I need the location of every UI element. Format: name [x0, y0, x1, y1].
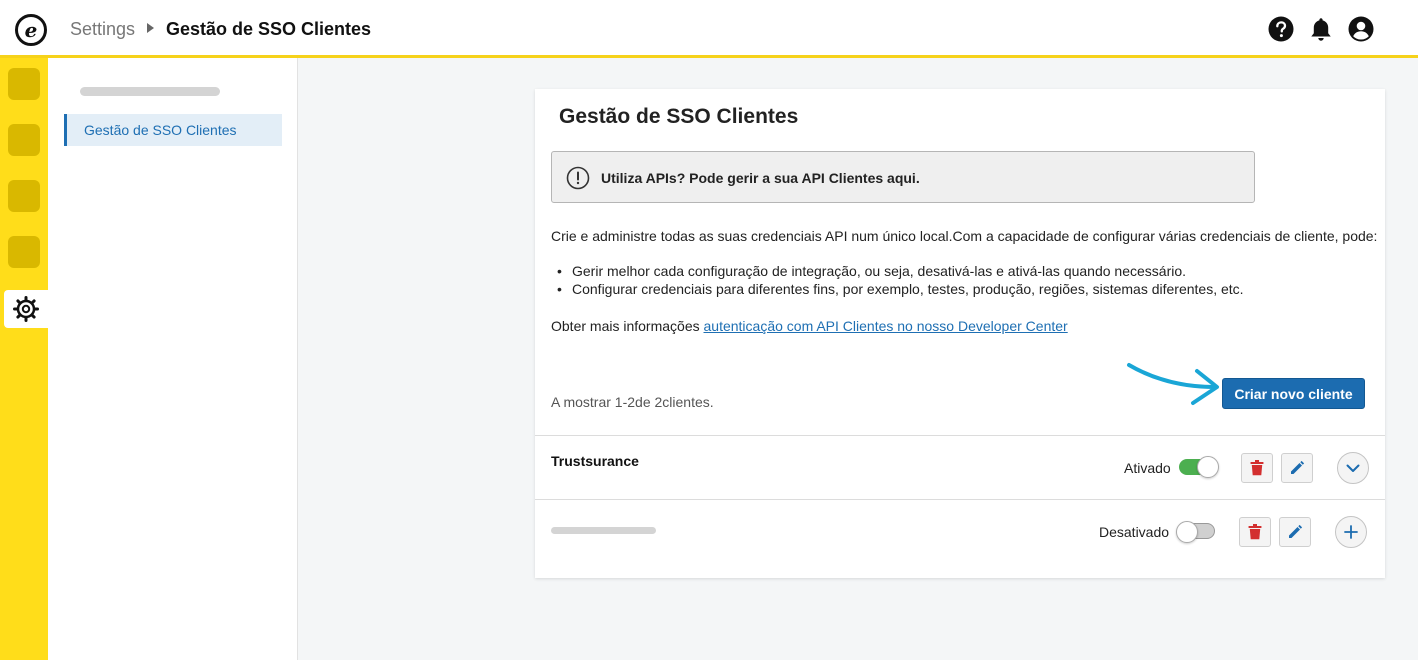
client-status-label: Ativado: [1124, 460, 1171, 476]
settings-sidebar: Gestão de SSO Clientes: [48, 58, 298, 660]
divider: [535, 499, 1385, 500]
breadcrumb-settings[interactable]: Settings: [70, 19, 135, 40]
edit-client-button[interactable]: [1279, 517, 1311, 547]
top-bar: e Settings Gestão de SSO Clientes: [0, 0, 1418, 58]
rail-item-3[interactable]: [8, 180, 40, 212]
description-text: Crie e administre todas as suas credenci…: [551, 228, 1378, 244]
toggle-knob: [1176, 521, 1198, 543]
sso-clients-card: Gestão de SSO Clientes Utiliza APIs? Pod…: [535, 89, 1385, 578]
feature-list: Gerir melhor cada configuração de integr…: [551, 263, 1244, 299]
sidebar-item-sso-clients[interactable]: Gestão de SSO Clientes: [64, 114, 282, 146]
more-info-prefix: Obter mais informações: [551, 318, 704, 334]
app-logo[interactable]: e: [15, 14, 47, 46]
pencil-icon: [1291, 460, 1305, 474]
pencil-icon: [1289, 524, 1303, 538]
rail-item-4[interactable]: [8, 236, 40, 268]
client-name: Trustsurance: [551, 453, 639, 469]
create-client-button[interactable]: Criar novo cliente: [1222, 378, 1365, 409]
pagination-summary: A mostrar 1-2de 2clientes.: [551, 394, 714, 410]
developer-center-link[interactable]: autenticação com API Clientes no nosso D…: [704, 318, 1068, 334]
delete-client-button[interactable]: [1241, 453, 1273, 483]
help-icon[interactable]: [1268, 16, 1294, 42]
gear-icon: [13, 296, 39, 322]
divider: [535, 435, 1385, 436]
delete-client-button[interactable]: [1239, 517, 1271, 547]
logo-letter: e: [24, 18, 38, 42]
more-info-text: Obter mais informações autenticação com …: [551, 318, 1068, 334]
client-name-placeholder: [551, 527, 656, 534]
toggle-knob: [1197, 456, 1219, 478]
user-account-icon[interactable]: [1348, 16, 1374, 42]
expand-client-button[interactable]: [1337, 452, 1369, 484]
annotation-arrow-icon: [1127, 363, 1219, 405]
rail-item-settings[interactable]: [4, 290, 48, 328]
bell-icon[interactable]: [1308, 16, 1334, 42]
list-item: Configurar credenciais para diferentes f…: [551, 281, 1244, 299]
edit-client-button[interactable]: [1281, 453, 1313, 483]
rail-item-1[interactable]: [8, 68, 40, 100]
app-rail: [0, 58, 48, 660]
alert-text: Utiliza APIs? Pode gerir a sua API Clien…: [601, 170, 920, 186]
chevron-down-icon: [1346, 464, 1360, 472]
breadcrumb-current: Gestão de SSO Clientes: [166, 19, 372, 39]
plus-icon: [1344, 525, 1358, 539]
exclamation-circle-icon: [566, 166, 590, 190]
client-enabled-toggle[interactable]: [1176, 521, 1215, 543]
list-item: Gerir melhor cada configuração de integr…: [551, 263, 1244, 281]
rail-item-2[interactable]: [8, 124, 40, 156]
trash-icon: [1248, 524, 1262, 540]
api-info-alert: Utiliza APIs? Pode gerir a sua API Clien…: [551, 151, 1255, 203]
client-enabled-toggle[interactable]: [1179, 456, 1219, 478]
sidebar-section-placeholder: [80, 87, 220, 96]
breadcrumb-separator-icon: [147, 23, 154, 33]
page-title: Gestão de SSO Clientes: [559, 105, 799, 128]
trash-icon: [1250, 460, 1264, 476]
expand-client-button[interactable]: [1335, 516, 1367, 548]
client-status-label: Desativado: [1099, 524, 1170, 540]
